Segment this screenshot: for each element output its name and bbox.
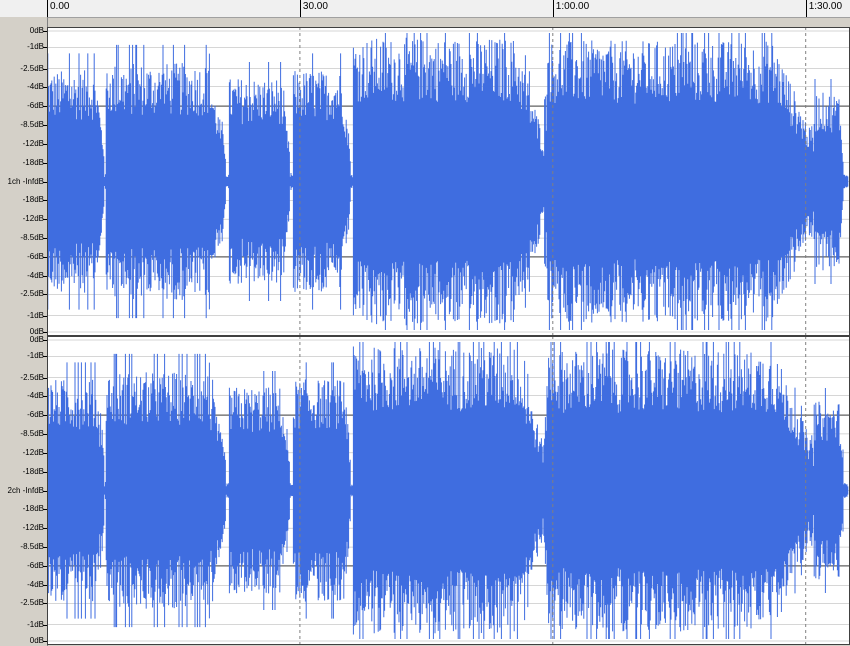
db-scale-label: -18dB [22, 195, 44, 205]
db-scale-label: -2.5dB [20, 63, 44, 73]
db-scale: 0dB -1dB -2.5dB -4dB -6dB -8.5dB -12dB -18dB 1ch… [0, 17, 48, 646]
db-scale-label: 0dB [29, 636, 44, 645]
db-scale-label: -12dB [22, 447, 44, 457]
db-scale-label: -6dB [27, 410, 44, 420]
db-scale-label: -18dB [22, 157, 44, 167]
ruler-tick [552, 0, 554, 17]
db-scale-label: -6dB [27, 251, 44, 261]
ruler-label: 30.00 [302, 1, 328, 12]
timeline-ruler[interactable]: 0.00 30.00 1:00.00 1:30.00 [0, 0, 850, 18]
ruler-tick [805, 0, 807, 17]
db-scale-label: -6dB [27, 560, 44, 570]
db-scale-label: -8.5dB [20, 233, 44, 243]
ruler-tick [47, 0, 48, 17]
db-scale-label: -1dB [27, 619, 44, 629]
db-scale-label: -1dB [27, 42, 44, 52]
db-scale-label: -1dB [27, 310, 44, 320]
db-scale-label: -8.5dB [20, 542, 44, 552]
ruler-label: 0.00 [50, 1, 70, 12]
db-scale-label: -8.5dB [20, 119, 44, 129]
db-scale-label: -1dB [27, 351, 44, 361]
ruler-label: 1:00.00 [555, 1, 590, 12]
waveform-view[interactable] [47, 27, 850, 646]
db-scale-label: -12dB [22, 138, 44, 148]
db-scale-label: -4dB [27, 81, 44, 91]
db-scale-label: -4dB [27, 580, 44, 590]
db-scale-label: -2.5dB [20, 598, 44, 608]
channel-2-track[interactable] [47, 336, 850, 645]
db-scale-label: -2.5dB [20, 372, 44, 382]
db-scale-label: -8.5dB [20, 428, 44, 438]
db-scale-label: -12dB [22, 523, 44, 533]
db-scale-label: -4dB [27, 271, 44, 281]
db-scale-label: 1ch -InfdB [7, 176, 44, 186]
db-scale-label: -2.5dB [20, 289, 44, 299]
db-scale-label: 0dB [29, 26, 44, 35]
db-scale-label: -4dB [27, 390, 44, 400]
db-scale-label: 0dB [29, 335, 44, 344]
db-scale-label: -12dB [22, 214, 44, 224]
db-scale-label: -18dB [22, 466, 44, 476]
db-scale-label: -6dB [27, 101, 44, 111]
ruler-tick [299, 0, 301, 17]
ruler-label: 1:30.00 [808, 1, 843, 12]
waveform [47, 33, 849, 330]
channel-1-track[interactable] [47, 27, 850, 336]
db-scale-label: 2ch -InfdB [7, 485, 44, 495]
db-scale-label: -18dB [22, 504, 44, 514]
